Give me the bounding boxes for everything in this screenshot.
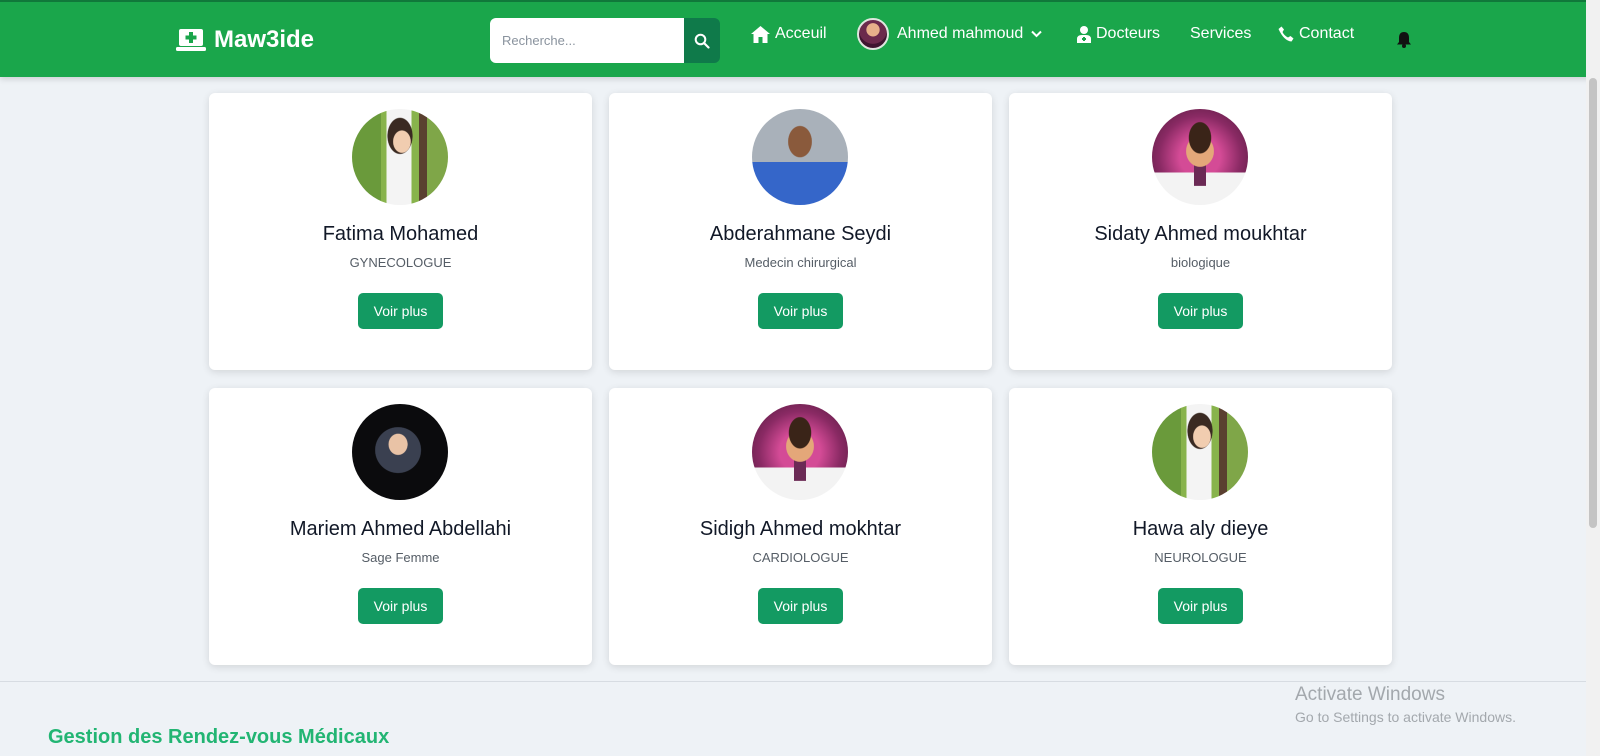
doctor-card: Hawa aly dieye NEUROLOGUE Voir plus	[1009, 388, 1392, 665]
doctor-name: Sidigh Ahmed mokhtar	[699, 518, 902, 540]
top-navbar: Maw3ide Acceuil Ahmed mahmoud Docteu	[0, 0, 1600, 77]
scrollbar-thumb[interactable]	[1589, 78, 1597, 528]
home-icon	[751, 25, 770, 43]
doctor-avatar	[1152, 109, 1248, 205]
doctor-avatar	[352, 404, 448, 500]
doctor-icon	[1077, 25, 1091, 43]
doctor-card: Mariem Ahmed Abdellahi Sage Femme Voir p…	[209, 388, 592, 665]
doctor-specialty: NEUROLOGUE	[1154, 550, 1247, 565]
doctor-card: Fatima Mohamed GYNECOLOGUE Voir plus	[209, 93, 592, 370]
chevron-down-icon	[1031, 30, 1043, 38]
nav-doctors-label: Docteurs	[1096, 25, 1161, 42]
doctor-specialty: CARDIOLOGUE	[752, 550, 849, 565]
bell-icon	[1397, 32, 1411, 48]
search-input[interactable]	[490, 18, 684, 63]
voir-plus-button[interactable]: Voir plus	[358, 588, 443, 624]
search-icon	[694, 33, 710, 49]
nav-services-label: Services	[1190, 25, 1252, 42]
doctor-avatar	[752, 404, 848, 500]
doctor-name: Sidaty Ahmed moukhtar	[1094, 223, 1307, 245]
doctor-name: Fatima Mohamed	[322, 223, 479, 245]
doctor-card: Sidaty Ahmed moukhtar biologique Voir pl…	[1009, 93, 1392, 370]
footer-title: Gestion des Rendez-vous Médicaux	[48, 726, 390, 748]
voir-plus-button[interactable]: Voir plus	[758, 293, 843, 329]
windows-watermark-subtitle: Go to Settings to activate Windows.	[1295, 709, 1516, 725]
brand-name: Maw3ide	[214, 26, 315, 53]
doctor-name: Hawa aly dieye	[1132, 518, 1269, 540]
doctor-name: Abderahmane Seydi	[709, 223, 892, 245]
phone-icon	[1278, 26, 1294, 42]
page-scrollbar[interactable]	[1586, 0, 1600, 756]
windows-watermark-title: Activate Windows	[1295, 684, 1445, 705]
nav-contact[interactable]: Contact	[1278, 22, 1354, 46]
doctor-avatar	[1152, 404, 1248, 500]
doctor-specialty: Sage Femme	[361, 550, 440, 565]
doctor-specialty: GYNECOLOGUE	[349, 255, 452, 270]
nav-home-label: Acceuil	[775, 25, 827, 42]
voir-plus-button[interactable]: Voir plus	[758, 588, 843, 624]
search-form	[490, 18, 720, 63]
nav-services[interactable]: Services	[1190, 22, 1251, 46]
medical-laptop-icon	[176, 29, 206, 51]
nav-home[interactable]: Acceuil	[751, 22, 827, 46]
doctor-card: Sidigh Ahmed mokhtar CARDIOLOGUE Voir pl…	[609, 388, 992, 665]
voir-plus-button[interactable]: Voir plus	[1158, 588, 1243, 624]
brand-logo[interactable]: Maw3ide	[176, 26, 314, 54]
doctor-specialty: Medecin chirurgical	[744, 255, 857, 270]
doctor-avatar	[752, 109, 848, 205]
nav-contact-label: Contact	[1299, 25, 1355, 42]
voir-plus-button[interactable]: Voir plus	[358, 293, 443, 329]
doctor-specialty: biologique	[1170, 255, 1231, 270]
user-menu[interactable]: Ahmed mahmoud	[857, 17, 1043, 51]
doctor-name: Mariem Ahmed Abdellahi	[289, 518, 512, 540]
voir-plus-button[interactable]: Voir plus	[1158, 293, 1243, 329]
doctor-card: Abderahmane Seydi Medecin chirurgical Vo…	[609, 93, 992, 370]
nav-doctors[interactable]: Docteurs	[1077, 22, 1160, 46]
doctor-avatar	[352, 109, 448, 205]
search-button[interactable]	[684, 18, 720, 63]
user-name: Ahmed mahmoud	[897, 25, 1024, 42]
user-avatar	[857, 18, 889, 50]
footer-divider	[0, 681, 1600, 682]
notifications-button[interactable]	[1397, 31, 1411, 53]
